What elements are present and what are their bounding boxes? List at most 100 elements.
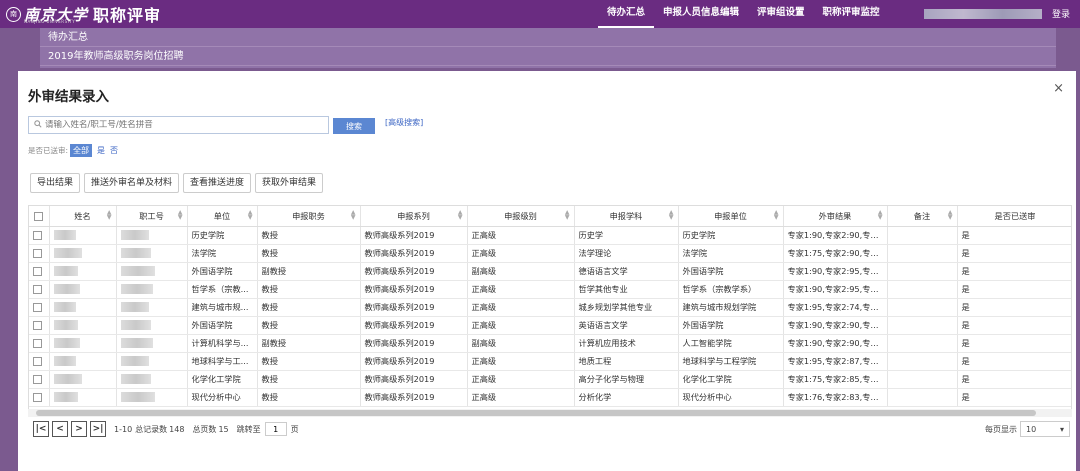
row-checkbox[interactable] [29, 298, 50, 317]
filter-option-yes[interactable]: 是 [97, 145, 105, 156]
row-checkbox[interactable] [29, 370, 50, 389]
page-size-select[interactable]: 10 ▾ [1020, 421, 1070, 437]
search-input[interactable] [45, 120, 315, 130]
scrollbar-thumb[interactable] [36, 410, 1036, 416]
cell-staff-id-redacted [116, 334, 188, 353]
table-row[interactable]: 现代分析中心 教授 教师高级系列2019 正高级 分析化学 现代分析中心 专家1:76,专家… [29, 388, 1071, 407]
push-review-list-button[interactable]: 推送外审名单及材料 [84, 173, 180, 193]
top-header: 南 南京大学 职称评审 NANJING UNIVERSITY 待办汇总 申报人员… [0, 0, 1080, 28]
column-header[interactable]: 外审结果 ▲ ▼ [783, 206, 888, 227]
nav-applicant-edit[interactable]: 申报人员信息编辑 [654, 0, 748, 28]
cell-dept: 法学院 [678, 244, 784, 263]
page-jump-input[interactable] [264, 422, 287, 436]
cell-result: 专家1:90,专家2:90,专家3... [783, 334, 888, 353]
table-row[interactable]: 外国语学院 副教授 教师高级系列2019 副高级 德语语言文学 外国语学院 专家1:90,专… [29, 262, 1071, 281]
fetch-review-results-button[interactable]: 获取外审结果 [255, 173, 324, 193]
table-row[interactable]: 法学院 教授 教师高级系列2019 正高级 法学理论 法学院 专家1:75,专家2:90,专… [29, 244, 1071, 263]
pagination: |< < > >| 1-10 总记录数 148 总页数 15 跳转至 页 [33, 421, 299, 437]
cell-result: 专家1:90,专家2:90,专家3... [783, 316, 888, 335]
nav-review-monitor[interactable]: 职称评审监控 [814, 0, 889, 28]
action-toolbar: 导出结果 推送外审名单及材料 查看推送进度 获取外审结果 [30, 173, 327, 193]
cell-unit: 现代分析中心 [187, 388, 258, 407]
cell-discipline: 历史学 [574, 226, 679, 245]
sort-icon: ▲ ▼ [457, 209, 463, 221]
row-checkbox[interactable] [29, 280, 50, 299]
cell-note [887, 226, 958, 245]
column-header[interactable]: 备注 ▲ ▼ [887, 206, 958, 227]
column-header[interactable]: 申报学科 ▲ ▼ [574, 206, 679, 227]
row-checkbox[interactable] [29, 388, 50, 407]
sort-icon: ▲ ▼ [350, 209, 356, 221]
total-label: 总记录数 [135, 424, 168, 434]
column-header[interactable]: 申报单位 ▲ ▼ [678, 206, 784, 227]
nav-todo-summary[interactable]: 待办汇总 [598, 0, 655, 28]
submenu-item-todo[interactable]: 待办汇总 [40, 28, 1056, 47]
column-header[interactable]: 单位 ▲ ▼ [187, 206, 258, 227]
table-row[interactable]: 历史学院 教授 教师高级系列2019 正高级 历史学 历史学院 专家1:90,专家2:90,… [29, 226, 1071, 245]
column-header[interactable]: 职工号 ▲ ▼ [116, 206, 188, 227]
horizontal-scrollbar[interactable] [28, 409, 1072, 417]
cell-staff-id-redacted [116, 262, 188, 281]
cell-unit: 建筑与城市规... [187, 298, 258, 317]
cell-discipline: 高分子化学与物理 [574, 370, 679, 389]
column-header[interactable]: 姓名 ▲ ▼ [49, 206, 117, 227]
last-page-button[interactable]: >| [90, 421, 106, 437]
submenu-item-recruitment[interactable]: 2019年教师高级职务岗位招聘 [40, 47, 1056, 66]
cell-staff-id-redacted [116, 244, 188, 263]
cell-sent: 是 [957, 370, 1071, 389]
view-push-progress-button[interactable]: 查看推送进度 [183, 173, 252, 193]
cell-discipline: 哲学其他专业 [574, 280, 679, 299]
cell-series: 教师高级系列2019 [360, 226, 468, 245]
column-header[interactable]: 申报级别 ▲ ▼ [467, 206, 575, 227]
table-row[interactable]: 外国语学院 教授 教师高级系列2019 正高级 英语语言文学 外国语学院 专家1:90,专家… [29, 316, 1071, 335]
first-page-button[interactable]: |< [33, 421, 49, 437]
cell-post: 教授 [257, 244, 361, 263]
column-header[interactable]: 申报职务 ▲ ▼ [257, 206, 361, 227]
row-checkbox[interactable] [29, 316, 50, 335]
table-row[interactable]: 计算机科学与... 副教授 教师高级系列2019 副高级 计算机应用技术 人工智能学院 专家… [29, 334, 1071, 353]
row-checkbox[interactable] [29, 262, 50, 281]
filter-option-all[interactable]: 全部 [70, 144, 93, 157]
cell-post: 副教授 [257, 334, 361, 353]
user-info-redacted [924, 9, 1042, 19]
table-row[interactable]: 建筑与城市规... 教授 教师高级系列2019 正高级 城乡规划学其他专业 建筑与城市规划… [29, 298, 1071, 317]
prev-page-button[interactable]: < [52, 421, 68, 437]
table-row[interactable]: 地球科学与工... 教授 教师高级系列2019 正高级 地质工程 地球科学与工程学院 专家1… [29, 352, 1071, 371]
row-checkbox[interactable] [29, 244, 50, 263]
search-bar: 搜索 [高级搜索] [28, 116, 423, 134]
search-button[interactable]: 搜索 [333, 118, 375, 134]
results-table: 姓名 ▲ ▼ 职工号 ▲ ▼ 单位 ▲ ▼ 申报职务 ▲ ▼ 申报系列 ▲ ▼ 申报级别 ▲ ▼ 申报学… [28, 205, 1072, 410]
table-row[interactable]: 哲学系（宗教... 教授 教师高级系列2019 正高级 哲学其他专业 哲学系（宗教学系）专… [29, 280, 1071, 299]
cell-level: 正高级 [467, 388, 575, 407]
advanced-search-link[interactable]: [高级搜索] [385, 117, 423, 128]
table-row[interactable]: 化学化工学院 教授 教师高级系列2019 正高级 高分子化学与物理 化学化工学院 专家1:7… [29, 370, 1071, 389]
login-link[interactable]: 登录 [1052, 7, 1070, 20]
cell-discipline: 计算机应用技术 [574, 334, 679, 353]
system-title: 职称评审 [93, 6, 162, 25]
export-results-button[interactable]: 导出结果 [30, 173, 81, 193]
row-checkbox[interactable] [29, 352, 50, 371]
column-header[interactable]: 申报系列 ▲ ▼ [360, 206, 468, 227]
nav-panel-settings[interactable]: 评审组设置 [748, 0, 814, 28]
cell-post: 教授 [257, 298, 361, 317]
cell-unit: 法学院 [187, 244, 258, 263]
pages-label: 总页数 [192, 424, 217, 434]
row-checkbox[interactable] [29, 226, 50, 245]
cell-post: 教授 [257, 388, 361, 407]
column-header[interactable]: 是否已送审 [957, 206, 1071, 227]
row-checkbox[interactable] [29, 334, 50, 353]
cell-staff-id-redacted [116, 298, 188, 317]
close-icon[interactable]: × [1053, 81, 1064, 96]
cell-name-redacted [49, 388, 117, 407]
cell-dept: 外国语学院 [678, 262, 784, 281]
cell-sent: 是 [957, 280, 1071, 299]
cell-staff-id-redacted [116, 352, 188, 371]
cell-series: 教师高级系列2019 [360, 298, 468, 317]
select-all-checkbox[interactable] [29, 206, 50, 227]
cell-note [887, 280, 958, 299]
filter-option-no[interactable]: 否 [110, 145, 118, 156]
sort-icon: ▲ ▼ [668, 209, 674, 221]
chevron-down-icon: ▾ [1059, 424, 1064, 434]
cell-result: 专家1:75,专家2:90,专家3... [783, 244, 888, 263]
next-page-button[interactable]: > [71, 421, 87, 437]
